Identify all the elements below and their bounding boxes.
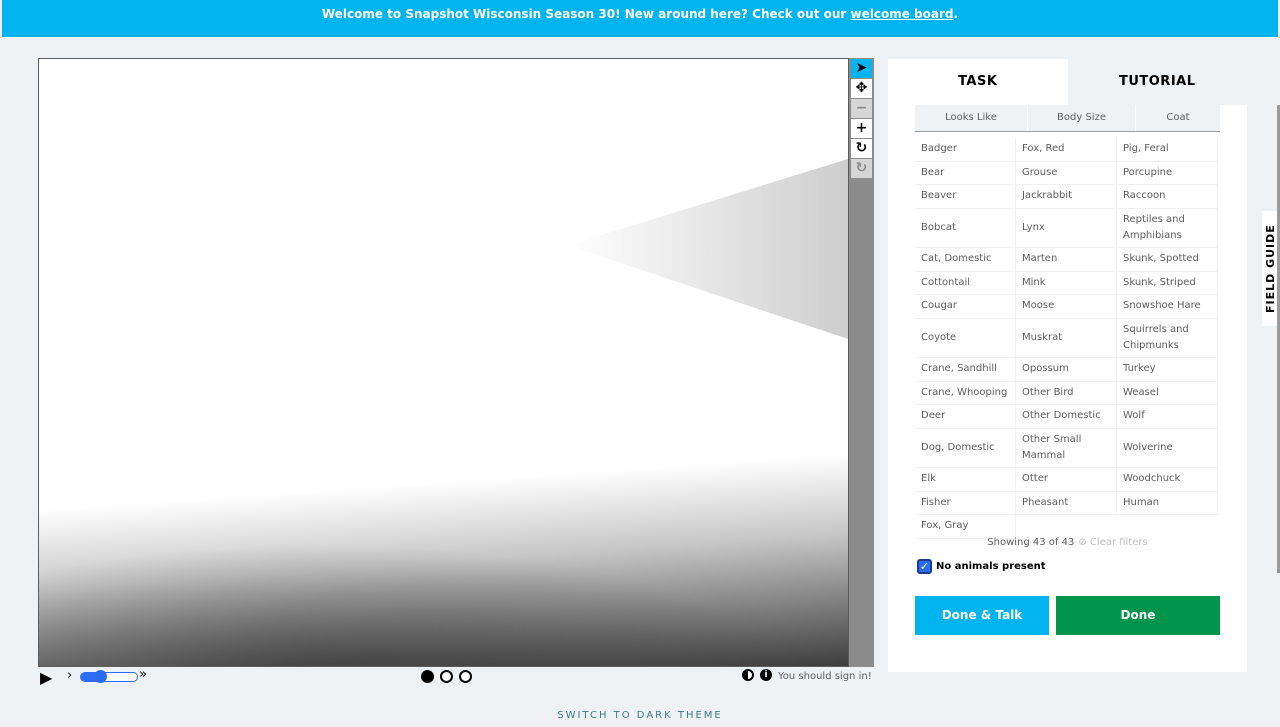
choice-beaver[interactable]: Beaver — [915, 185, 1016, 209]
zoom-out-icon[interactable]: − — [851, 99, 872, 118]
choice-fisher[interactable]: Fisher — [915, 491, 1016, 515]
choice-elk[interactable]: Elk — [915, 468, 1016, 492]
choice-opossum[interactable]: Opossum — [1016, 358, 1117, 382]
choice-crane-sandhill[interactable]: Crane, Sandhill — [915, 358, 1016, 382]
choice-skunk-spotted[interactable]: Skunk, Spotted — [1117, 248, 1218, 272]
choice-otter[interactable]: Otter — [1016, 468, 1117, 492]
choice-skunk-striped[interactable]: Skunk, Striped — [1117, 271, 1218, 295]
dark-theme-toggle[interactable]: SWITCH TO DARK THEME — [0, 710, 1280, 721]
choice-wolf[interactable]: Wolf — [1117, 405, 1218, 429]
choice-crane-whooping[interactable]: Crane, Whooping — [915, 381, 1016, 405]
choice-weasel[interactable]: Weasel — [1117, 381, 1218, 405]
frame-dot-2[interactable] — [440, 670, 453, 683]
choice-marten[interactable]: Marten — [1016, 248, 1117, 272]
choice-other-small-mammal[interactable]: Other Small Mammal — [1016, 428, 1117, 468]
choice-cougar[interactable]: Cougar — [915, 295, 1016, 319]
signin-prompt: You should sign in! — [778, 671, 872, 682]
filter-looks-like-button[interactable]: Looks Like — [915, 105, 1028, 131]
choice-dog-domestic[interactable]: Dog, Domestic — [915, 428, 1016, 468]
choice-snowshoe-hare[interactable]: Snowshoe Hare — [1117, 295, 1218, 319]
choice-wolverine[interactable]: Wolverine — [1117, 428, 1218, 468]
play-icon[interactable]: ▶ — [40, 668, 60, 687]
announcement-banner: Welcome to Snapshot Wisconsin Season 30!… — [2, 0, 1278, 37]
choice-deer[interactable]: Deer — [915, 405, 1016, 429]
choice-bobcat[interactable]: Bobcat — [915, 208, 1016, 248]
choice-squirrels-and-chipmunks[interactable]: Squirrels and Chipmunks — [1117, 318, 1218, 358]
choice-woodchuck[interactable]: Woodchuck — [1117, 468, 1218, 492]
tab-task[interactable]: TASK — [888, 59, 1068, 105]
image-fog-area — [568, 159, 848, 339]
contrast-icon[interactable] — [742, 669, 754, 681]
clear-filters-button[interactable]: ⊘ Clear filters — [1078, 537, 1147, 548]
choice-cottontail[interactable]: Cottontail — [915, 271, 1016, 295]
no-animals-label: No animals present — [936, 561, 1046, 572]
choice-other-bird[interactable]: Other Bird — [1016, 381, 1117, 405]
filter-body-size-button[interactable]: Body Size — [1028, 105, 1136, 131]
choice-column: Pig, Feral Porcupine Raccoon Reptiles and A… — [1117, 138, 1218, 539]
choice-muskrat[interactable]: Muskrat — [1016, 318, 1117, 358]
choice-lynx[interactable]: Lynx — [1016, 208, 1117, 248]
banner-suffix: . — [953, 7, 959, 21]
choice-coyote[interactable]: Coyote — [915, 318, 1016, 358]
choice-porcupine[interactable]: Porcupine — [1117, 161, 1218, 185]
rotate-icon[interactable]: ↻ — [851, 139, 872, 158]
choice-jackrabbit[interactable]: Jackrabbit — [1016, 185, 1117, 209]
annotate-tool-icon[interactable]: ➤ — [851, 59, 872, 78]
choice-pheasant[interactable]: Pheasant — [1016, 491, 1117, 515]
filter-coat-button[interactable]: Coat — [1136, 105, 1220, 131]
choice-moose[interactable]: Moose — [1016, 295, 1117, 319]
task-tabs: TASK TUTORIAL — [888, 59, 1247, 105]
choice-column: Badger Bear Beaver Bobcat Cat, Domestic Cotto… — [915, 138, 1016, 539]
subject-meta-tools: i — [742, 669, 772, 681]
choice-other-domestic[interactable]: Other Domestic — [1016, 405, 1117, 429]
choice-bear[interactable]: Bear — [915, 161, 1016, 185]
choice-badger[interactable]: Badger — [915, 138, 1016, 162]
tab-tutorial[interactable]: TUTORIAL — [1067, 59, 1247, 105]
move-tool-icon[interactable]: ✥ — [851, 79, 872, 98]
filter-bar: Looks Like Body Size Coat — [915, 105, 1220, 132]
frame-dot-1[interactable] — [421, 670, 434, 683]
speed-slider-thumb[interactable] — [93, 670, 107, 683]
showing-count: Showing 43 of 43 ⊘ Clear filters — [915, 537, 1220, 548]
done-and-talk-button[interactable]: Done & Talk — [915, 596, 1049, 635]
task-panel: TASK TUTORIAL Looks Like Body Size Coat … — [888, 59, 1247, 672]
species-choice-grid: Badger Bear Beaver Bobcat Cat, Domestic Cotto… — [915, 138, 1218, 539]
choice-human[interactable]: Human — [1117, 491, 1218, 515]
speed-slower-icon[interactable]: › — [67, 668, 72, 683]
choice-column: Fox, Red Grouse Jackrabbit Lynx Marten Mink Mo… — [1016, 138, 1117, 539]
no-animals-option[interactable]: ✓ No animals present — [917, 559, 1046, 574]
speed-faster-icon[interactable]: » — [139, 667, 147, 682]
zoom-in-icon[interactable]: + — [851, 119, 872, 138]
image-toolbar: ➤ ✥ − + ↻ ↻ — [849, 58, 874, 667]
no-animals-checkbox[interactable]: ✓ — [917, 559, 932, 574]
choice-grouse[interactable]: Grouse — [1016, 161, 1117, 185]
info-icon[interactable]: i — [760, 669, 772, 681]
showing-count-text: Showing 43 of 43 — [987, 537, 1075, 548]
frame-selector — [421, 670, 472, 683]
subject-image[interactable] — [38, 58, 849, 667]
welcome-board-link[interactable]: welcome board — [851, 7, 954, 21]
choice-pig-feral[interactable]: Pig, Feral — [1117, 138, 1218, 162]
choice-fox-gray[interactable]: Fox, Gray — [915, 515, 1016, 539]
field-guide-label: FIELD GUIDE — [1264, 224, 1277, 313]
choice-mink[interactable]: Mink — [1016, 271, 1117, 295]
frame-dot-3[interactable] — [459, 670, 472, 683]
reset-view-icon[interactable]: ↻ — [851, 159, 872, 178]
banner-text: Welcome to Snapshot Wisconsin Season 30!… — [321, 7, 851, 21]
done-button[interactable]: Done — [1056, 596, 1220, 635]
playback-speed-slider[interactable] — [80, 670, 138, 683]
choice-fox-red[interactable]: Fox, Red — [1016, 138, 1117, 162]
choice-turkey[interactable]: Turkey — [1117, 358, 1218, 382]
choice-raccoon[interactable]: Raccoon — [1117, 185, 1218, 209]
choice-cat-domestic[interactable]: Cat, Domestic — [915, 248, 1016, 272]
choice-reptiles-and-amphibians[interactable]: Reptiles and Amphibians — [1117, 208, 1218, 248]
